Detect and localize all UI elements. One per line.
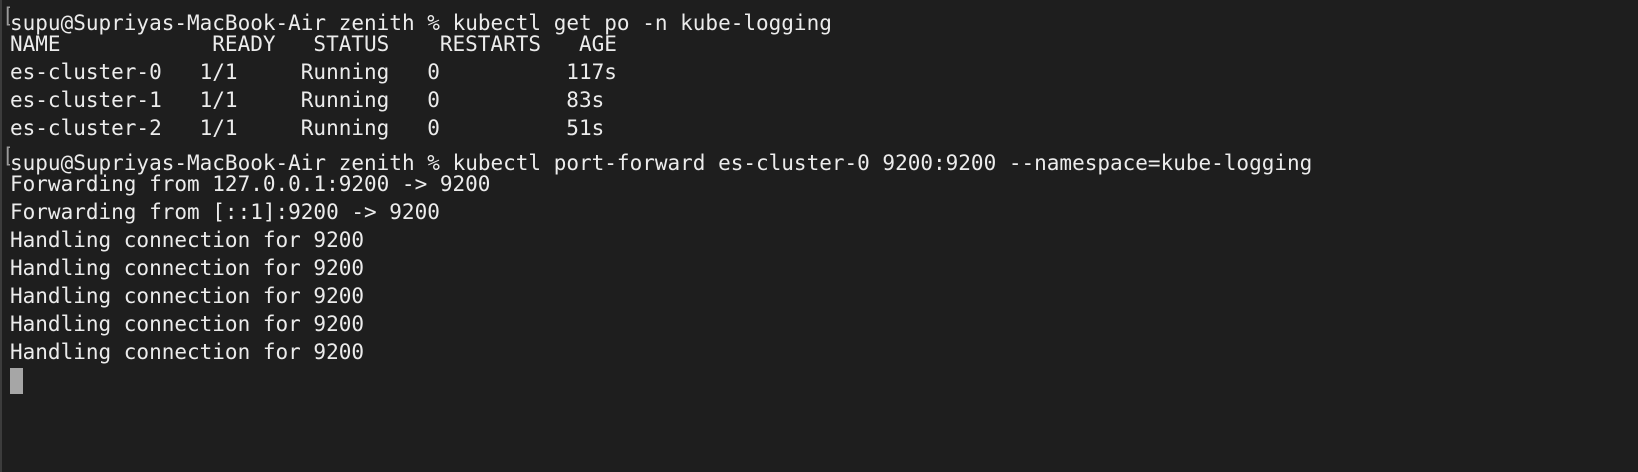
- connection-log-line: Handling connection for 9200: [10, 228, 365, 252]
- prompt-bracket: [: [2, 2, 10, 30]
- pod-table-row: es-cluster-2 1/1 Running 0 51s: [10, 116, 605, 140]
- cursor-line[interactable]: [10, 366, 1638, 394]
- connection-log-line: Handling connection for 9200: [10, 340, 365, 364]
- prompt-bracket: [: [2, 142, 10, 170]
- connection-log-line: Handling connection for 9200: [10, 256, 365, 280]
- terminal-window[interactable]: [supu@Supriyas-MacBook-Air zenith % kube…: [0, 0, 1638, 472]
- pod-table-row: es-cluster-0 1/1 Running 0 117s: [10, 60, 617, 84]
- connection-log-line: Handling connection for 9200: [10, 312, 365, 336]
- text-cursor: [10, 368, 23, 394]
- command-port-forward: kubectl port-forward es-cluster-0 9200:9…: [452, 151, 1313, 175]
- connection-log-line: Handling connection for 9200: [10, 284, 365, 308]
- forwarding-line: Forwarding from [::1]:9200 -> 9200: [10, 200, 440, 224]
- prompt-line-1: [supu@Supriyas-MacBook-Air zenith % kube…: [2, 2, 1638, 35]
- pod-table-row: es-cluster-1 1/1 Running 0 83s: [10, 88, 605, 112]
- prompt-line-2: [supu@Supriyas-MacBook-Air zenith % kube…: [2, 142, 1638, 175]
